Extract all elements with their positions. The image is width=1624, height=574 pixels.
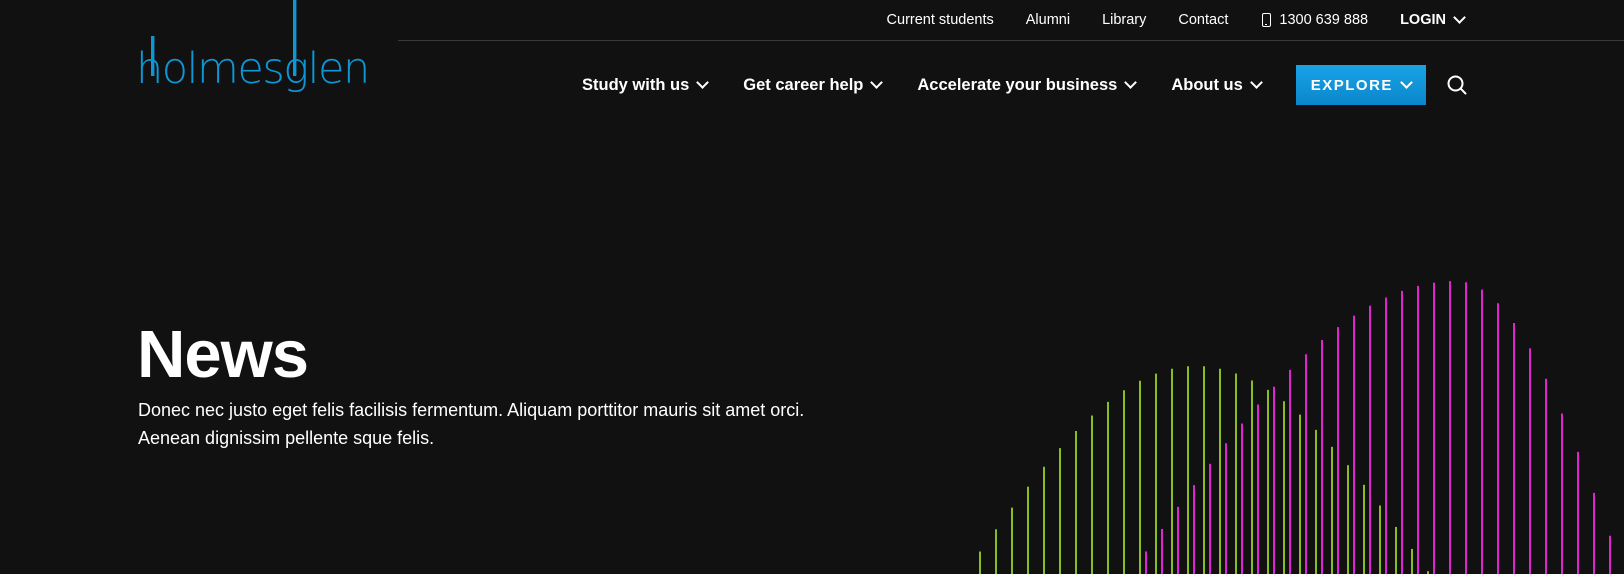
login-label: LOGIN	[1400, 12, 1446, 28]
explore-label: EXPLORE	[1310, 76, 1393, 94]
chevron-down-icon	[1400, 76, 1413, 89]
phone-number: 1300 639 888	[1279, 12, 1369, 28]
utility-link-current-students[interactable]: Current students	[887, 12, 994, 28]
chevron-down-icon	[696, 76, 710, 89]
login-dropdown[interactable]: LOGIN	[1400, 11, 1466, 28]
nav-item-about-us[interactable]: About us	[1171, 75, 1263, 95]
holmesglen-logo[interactable]: holmesglen	[136, 0, 370, 120]
utility-link-library[interactable]: Library	[1102, 12, 1146, 28]
hero-description-line-2: Aenean dignissim pellente sque felis.	[138, 428, 435, 448]
chevron-down-icon	[870, 76, 884, 89]
chevron-down-icon	[1453, 11, 1466, 24]
nav-item-label: Get career help	[743, 75, 864, 94]
utility-bar: Current students Alumni Library Contact …	[398, 0, 1624, 41]
phone-link[interactable]: 1300 639 888	[1262, 12, 1368, 28]
page-title: News	[137, 316, 309, 392]
main-nav: Study with us Get career help Accelerate…	[582, 65, 1426, 105]
nav-item-study-with-us[interactable]: Study with us	[582, 75, 710, 95]
logo-wordmark: holmesglen	[136, 44, 370, 94]
page: holmesglen Current students Alumni Libra…	[0, 0, 1624, 574]
mobile-phone-icon	[1262, 13, 1272, 27]
utility-link-contact[interactable]: Contact	[1178, 12, 1228, 28]
nav-item-get-career-help[interactable]: Get career help	[743, 75, 884, 95]
utility-link-alumni[interactable]: Alumni	[1026, 12, 1070, 28]
explore-button[interactable]: EXPLORE	[1295, 65, 1426, 105]
hero-description: Donec nec justo eget felis facilisis fer…	[138, 396, 858, 452]
nav-item-accelerate-your-business[interactable]: Accelerate your business	[917, 75, 1138, 95]
nav-item-label: Study with us	[582, 75, 690, 94]
nav-item-label: About us	[1171, 75, 1243, 94]
chevron-down-icon	[1124, 76, 1138, 89]
hero-description-line-1: Donec nec justo eget felis facilisis fer…	[138, 400, 805, 420]
utility-links: Current students Alumni Library Contact …	[855, 0, 1466, 40]
search-button[interactable]	[1446, 74, 1468, 96]
chevron-down-icon	[1249, 76, 1263, 89]
search-icon	[1447, 75, 1467, 95]
nav-item-label: Accelerate your business	[917, 75, 1118, 94]
